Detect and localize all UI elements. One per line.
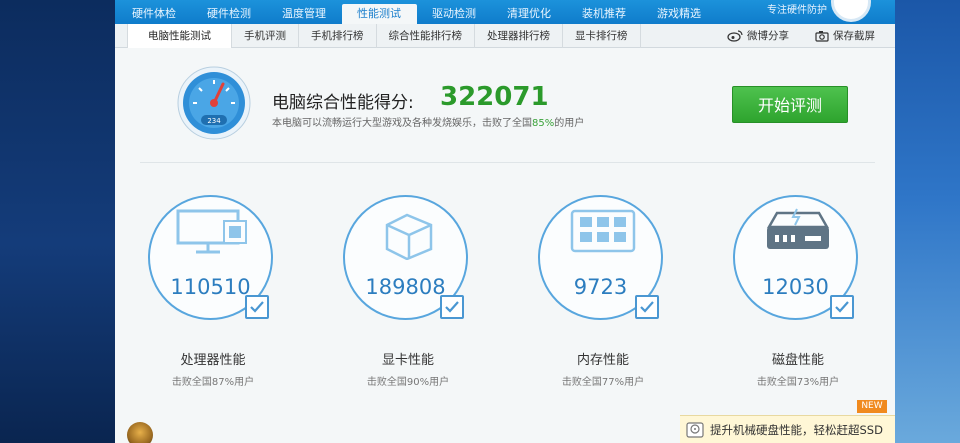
tab-gpu-ranking[interactable]: 显卡排行榜 bbox=[563, 23, 641, 48]
weibo-icon bbox=[727, 30, 743, 42]
section-divider bbox=[140, 162, 875, 163]
nav-item-games[interactable]: 游戏精选 bbox=[642, 4, 717, 24]
weibo-share-label: 微博分享 bbox=[747, 30, 789, 42]
hard-disk-icon bbox=[686, 421, 704, 438]
checkmark-icon bbox=[440, 295, 464, 319]
weibo-share-button[interactable]: 微博分享 bbox=[727, 28, 789, 43]
cpu-performance-card[interactable]: 110510 处理器性能 击败全国87%用户 bbox=[148, 195, 278, 388]
checkmark-icon bbox=[635, 295, 659, 319]
gpu-performance-card[interactable]: 189808 显卡性能 击败全国90%用户 bbox=[343, 195, 473, 388]
nav-item-hardware-checkup[interactable]: 硬件体检 bbox=[117, 4, 192, 24]
desktop-background-left bbox=[0, 0, 115, 443]
score-desc-prefix: 本电脑可以流畅运行大型游戏及各种发烧娱乐，击败了全国 bbox=[272, 118, 532, 129]
nav-item-hardware-detect[interactable]: 硬件检测 bbox=[192, 4, 267, 24]
score-desc-suffix: 的用户 bbox=[554, 118, 585, 129]
score-title: 电脑综合性能得分: bbox=[272, 93, 414, 113]
save-screenshot-button[interactable]: 保存截屏 bbox=[815, 28, 875, 43]
cpu-monitor-icon bbox=[176, 209, 247, 254]
tab-overall-ranking[interactable]: 综合性能排行榜 bbox=[377, 23, 475, 48]
nav-item-performance-test[interactable]: 性能测试 bbox=[342, 4, 417, 24]
new-badge: NEW bbox=[857, 400, 887, 413]
camera-icon bbox=[815, 30, 829, 42]
checkmark-icon bbox=[830, 295, 854, 319]
nav-item-driver-detect[interactable]: 驱动检测 bbox=[417, 4, 492, 24]
nav-item-build-recommend[interactable]: 装机推荐 bbox=[567, 4, 642, 24]
app-window: 硬件体检 硬件检测 温度管理 性能测试 驱动检测 清理优化 装机推荐 游戏精选 … bbox=[115, 0, 895, 443]
tab-phone-ranking[interactable]: 手机排行榜 bbox=[299, 23, 377, 48]
gpu-label: 显卡性能 bbox=[381, 353, 434, 368]
tab-cpu-ranking[interactable]: 处理器排行榜 bbox=[475, 23, 563, 48]
speed-gauge-icon: 234 bbox=[177, 66, 251, 140]
tab-phone-review[interactable]: 手机评测 bbox=[232, 23, 299, 48]
top-navigation: 硬件体检 硬件检测 温度管理 性能测试 驱动检测 清理优化 装机推荐 游戏精选 … bbox=[115, 0, 895, 24]
cpu-label: 处理器性能 bbox=[180, 353, 246, 368]
tab-pc-performance[interactable]: 电脑性能测试 bbox=[127, 23, 232, 48]
nav-item-cleanup[interactable]: 清理优化 bbox=[492, 4, 567, 24]
score-desc-percent: 85% bbox=[532, 118, 555, 129]
cpu-beat-text: 击败全国87%用户 bbox=[171, 377, 255, 388]
nav-item-temperature[interactable]: 温度管理 bbox=[267, 4, 342, 24]
memory-beat-text: 击败全国77%用户 bbox=[561, 377, 645, 388]
overall-score: 322071 bbox=[440, 82, 549, 112]
checkmark-icon bbox=[245, 295, 269, 319]
disk-label: 磁盘性能 bbox=[771, 353, 824, 368]
ssd-boost-banner[interactable]: 提升机械硬盘性能，轻松赶超SSD bbox=[680, 415, 895, 443]
gauge-readout: 234 bbox=[207, 117, 221, 125]
memory-performance-card[interactable]: 9723 内存性能 击败全国77%用户 bbox=[538, 195, 668, 388]
save-screenshot-label: 保存截屏 bbox=[833, 30, 875, 42]
graphics-cube-icon bbox=[385, 213, 433, 260]
disk-beat-text: 击败全国73%用户 bbox=[756, 377, 840, 388]
disk-drive-icon bbox=[766, 208, 830, 249]
start-benchmark-button[interactable]: 开始评测 bbox=[732, 86, 848, 123]
mascot-logo bbox=[127, 422, 153, 443]
app-logo bbox=[831, 0, 871, 22]
score-description: 本电脑可以流畅运行大型游戏及各种发烧娱乐，击败了全国85%的用户 bbox=[272, 114, 584, 129]
disk-performance-card[interactable]: 12030 磁盘性能 击败全国73%用户 bbox=[733, 195, 863, 388]
memory-label: 内存性能 bbox=[576, 353, 629, 368]
gpu-beat-text: 击败全国90%用户 bbox=[366, 377, 450, 388]
app-slogan: 专注硬件防护 bbox=[767, 5, 827, 16]
memory-chip-icon bbox=[570, 209, 636, 253]
banner-text: 提升机械硬盘性能，轻松赶超SSD bbox=[710, 422, 883, 437]
desktop-background-right bbox=[890, 0, 960, 443]
